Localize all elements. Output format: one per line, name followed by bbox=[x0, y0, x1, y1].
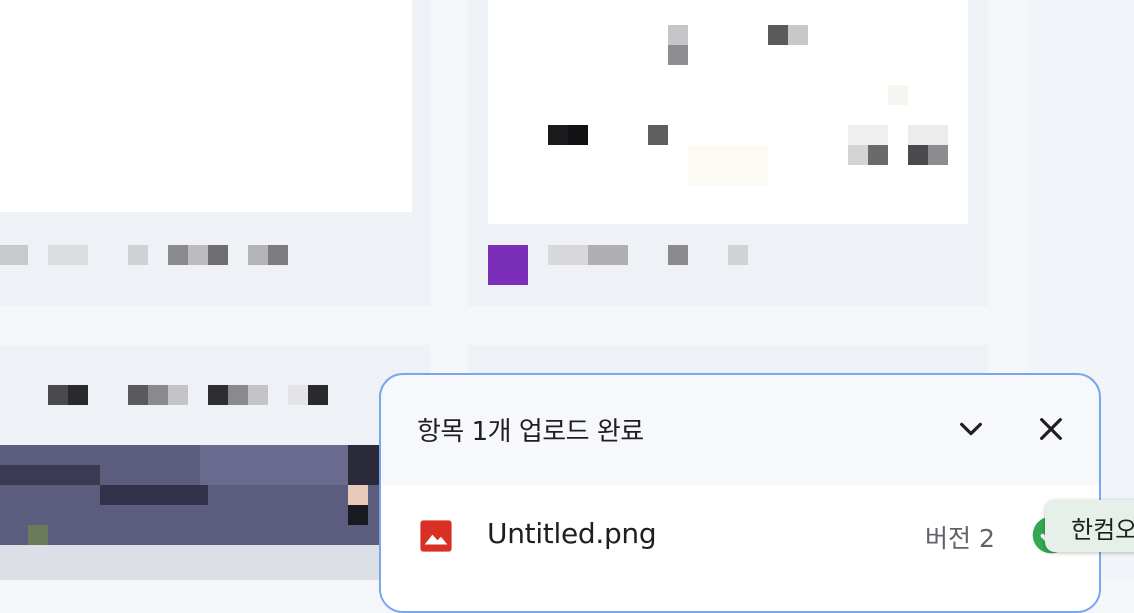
tooltip: 한컴오 bbox=[1045, 500, 1134, 552]
file-version: 버전 2 bbox=[925, 524, 995, 553]
uploaded-file-row[interactable]: Untitled.png 버전 2 bbox=[381, 485, 1099, 611]
close-icon bbox=[1040, 418, 1062, 440]
upload-panel: 항목 1개 업로드 완료 Untitled.png 버전 2 bbox=[379, 373, 1101, 613]
chevron-down-icon bbox=[960, 422, 982, 436]
upload-panel-title: 항목 1개 업로드 완료 bbox=[417, 417, 644, 447]
file-name[interactable]: Untitled.png bbox=[487, 517, 657, 550]
close-button[interactable] bbox=[1029, 407, 1073, 451]
file-card-top-left[interactable] bbox=[0, 0, 430, 306]
file-card-bottom-left[interactable] bbox=[0, 345, 430, 580]
file-card-top-right[interactable] bbox=[468, 0, 988, 306]
collapse-button[interactable] bbox=[949, 407, 993, 451]
image-file-icon bbox=[420, 520, 452, 552]
